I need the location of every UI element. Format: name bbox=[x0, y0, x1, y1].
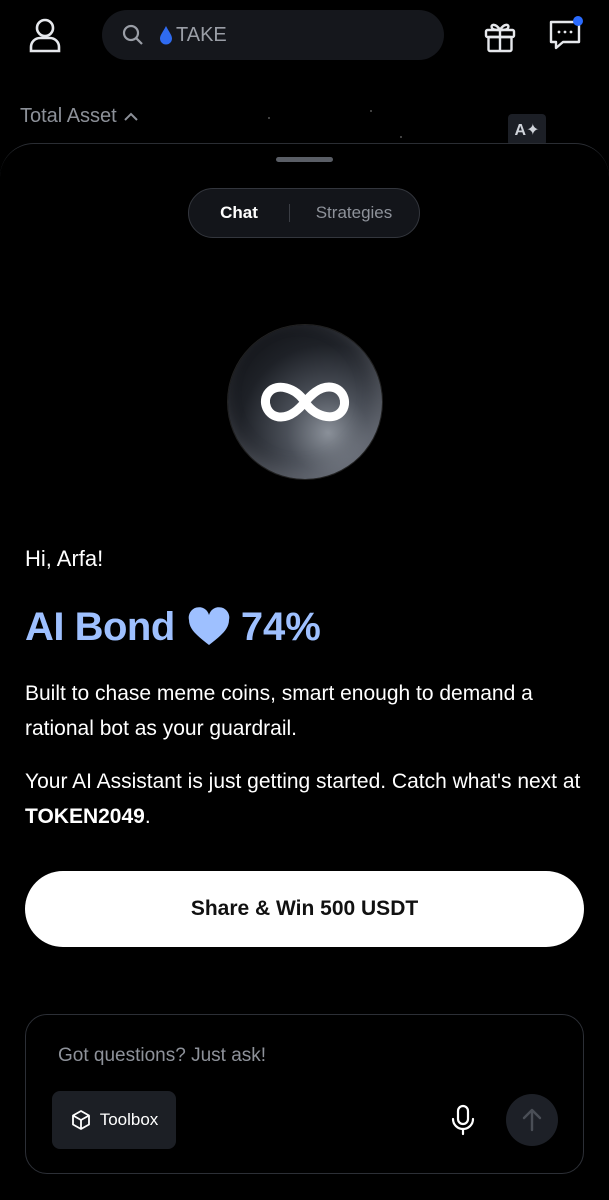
tab-strategies[interactable]: Strategies bbox=[290, 189, 418, 237]
font-size-icon: A✦ bbox=[514, 122, 540, 139]
decorative-sparkle bbox=[268, 117, 270, 119]
voice-input-button[interactable] bbox=[448, 1103, 478, 1137]
chat-composer: Toolbox bbox=[25, 1014, 584, 1174]
gift-button[interactable] bbox=[480, 16, 520, 56]
assistant-sheet: Chat Strategies Hi, Arfa! AI Bond 74% Bu… bbox=[0, 143, 609, 1200]
ai-bond-row: AI Bond 74% bbox=[25, 602, 321, 652]
infinity-icon bbox=[261, 382, 349, 422]
total-asset-toggle[interactable]: Total Asset bbox=[20, 105, 139, 128]
chat-input[interactable] bbox=[58, 1045, 538, 1067]
drop-icon bbox=[158, 25, 174, 45]
search-bar[interactable] bbox=[102, 10, 444, 60]
messages-button[interactable] bbox=[544, 14, 586, 56]
microphone-icon bbox=[451, 1104, 475, 1136]
chevron-up-icon bbox=[123, 111, 139, 123]
decorative-sparkle bbox=[400, 136, 402, 138]
top-bar bbox=[0, 0, 609, 80]
toolbox-button[interactable]: Toolbox bbox=[52, 1091, 176, 1149]
search-icon bbox=[122, 24, 144, 46]
event-name: TOKEN2049 bbox=[25, 805, 145, 828]
notification-dot bbox=[573, 16, 583, 26]
tab-chat[interactable]: Chat bbox=[189, 189, 289, 237]
profile-button[interactable] bbox=[24, 14, 66, 56]
arrow-up-icon bbox=[522, 1108, 542, 1132]
ai-bond-title: AI Bond bbox=[25, 604, 175, 649]
total-asset-label: Total Asset bbox=[20, 105, 117, 127]
assistant-avatar-orb bbox=[228, 325, 382, 479]
share-and-win-button[interactable]: Share & Win 500 USDT bbox=[25, 871, 584, 947]
greeting-text: Hi, Arfa! bbox=[25, 546, 104, 571]
chat-strategies-tabs: Chat Strategies bbox=[188, 188, 420, 238]
assistant-description: Built to chase meme coins, smart enough … bbox=[25, 682, 533, 740]
heart-icon bbox=[187, 607, 231, 647]
ai-bond-percent: 74% bbox=[240, 604, 321, 649]
assistant-status: Your AI Assistant is just getting starte… bbox=[25, 764, 585, 834]
send-button[interactable] bbox=[506, 1094, 558, 1146]
sheet-drag-handle[interactable] bbox=[276, 157, 333, 162]
user-icon bbox=[29, 18, 61, 53]
toolbox-label: Toolbox bbox=[99, 1110, 159, 1129]
cube-icon bbox=[70, 1109, 92, 1131]
assistant-status-text: Your AI Assistant is just getting starte… bbox=[25, 770, 581, 793]
assistant-status-suffix: . bbox=[144, 805, 151, 828]
gift-icon bbox=[484, 23, 516, 53]
font-size-button[interactable]: A✦ bbox=[508, 114, 546, 146]
app-screen: Total Asset A✦ Chat Strategies Hi, Arfa!… bbox=[0, 0, 609, 1200]
decorative-sparkle bbox=[370, 110, 372, 112]
search-input[interactable] bbox=[176, 23, 426, 47]
